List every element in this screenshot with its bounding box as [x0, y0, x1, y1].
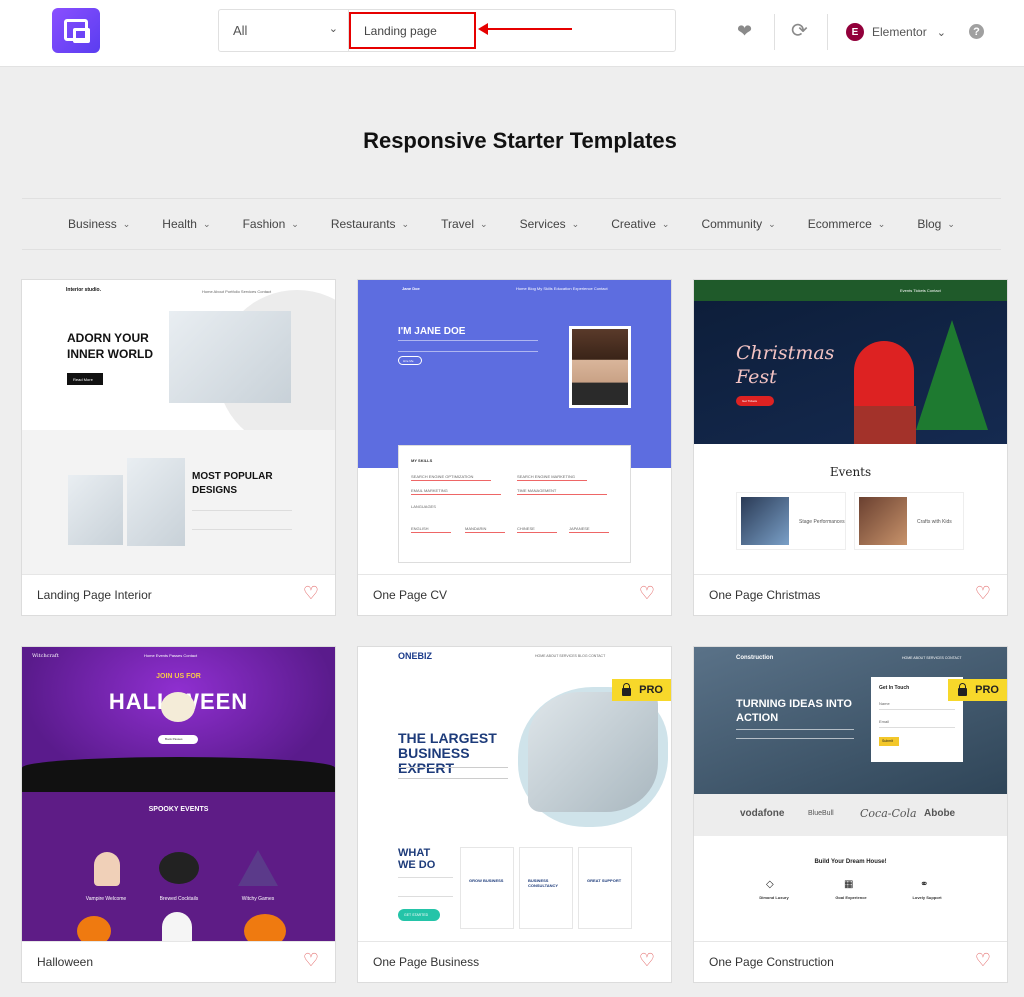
help-icon[interactable]: ?: [969, 24, 984, 39]
chart-icon: ▦: [844, 879, 854, 890]
template-name: One Page Business: [373, 955, 480, 969]
search-bar: All ⌄: [218, 9, 676, 52]
chevron-down-icon: ⌄: [947, 218, 955, 229]
chevron-down-icon: ⌄: [291, 218, 299, 229]
template-card[interactable]: Events Tickets Contact Christmas Fest Ge…: [693, 279, 1008, 616]
template-card-footer: Halloween ♡: [22, 941, 335, 982]
category-business[interactable]: Business ⌄: [68, 217, 130, 231]
page-builder-label: Elementor: [872, 25, 927, 39]
app-logo-icon[interactable]: [52, 8, 100, 53]
template-card-footer: Landing Page Interior ♡: [22, 574, 335, 615]
template-card[interactable]: Jane Doe Home Blog My Skills Education E…: [357, 279, 672, 616]
template-preview-christmas[interactable]: Events Tickets Contact Christmas Fest Ge…: [694, 280, 1007, 574]
pro-badge: PRO: [612, 679, 671, 701]
witch-hat-icon: [238, 850, 278, 886]
template-card[interactable]: Interior studio. Home About Portfolio Se…: [21, 279, 336, 616]
chevron-down-icon: ⌄: [328, 23, 338, 35]
chevron-down-icon: ⌄: [571, 218, 580, 229]
chevron-down-icon: ⌄: [122, 218, 131, 229]
favorite-heart-icon[interactable]: ♡: [303, 951, 319, 969]
favorite-heart-icon[interactable]: ♡: [975, 951, 991, 969]
template-name: Landing Page Interior: [37, 588, 152, 602]
template-preview-business[interactable]: ONEBIZ HOME ABOUT SERVICES BLOG CONTACT …: [358, 647, 671, 941]
sync-icon[interactable]: ⟳: [791, 21, 808, 41]
category-creative[interactable]: Creative ⌄: [611, 217, 669, 231]
category-services[interactable]: Services ⌄: [520, 217, 580, 231]
favorite-heart-icon[interactable]: ♡: [975, 584, 991, 602]
elementor-icon: E: [846, 23, 864, 41]
favorite-heart-icon[interactable]: ♡: [303, 584, 319, 602]
category-nav: Business ⌄ Health ⌄ Fashion ⌄ Restaurants ⌄ …: [22, 198, 1001, 250]
pumpkin-icon: [77, 916, 111, 941]
template-card-footer: One Page Construction ♡: [694, 941, 1007, 982]
cauldron-icon: [159, 852, 199, 884]
search-input[interactable]: [350, 10, 675, 51]
template-card[interactable]: Construction HOME ABOUT SERVICES CONTACT…: [693, 646, 1008, 983]
category-restaurants[interactable]: Restaurants ⌄: [331, 217, 409, 231]
favorites-heart-icon[interactable]: ❤: [737, 21, 752, 41]
annotation-arrow-line: [486, 28, 572, 30]
template-name: One Page Christmas: [709, 588, 821, 602]
category-select[interactable]: All ⌄: [219, 10, 349, 51]
template-card-footer: One Page Business ♡: [358, 941, 671, 982]
category-travel[interactable]: Travel ⌄: [441, 217, 487, 231]
chevron-down-icon: ⌄: [768, 218, 776, 229]
template-preview-construction[interactable]: Construction HOME ABOUT SERVICES CONTACT…: [694, 647, 1007, 941]
category-ecommerce[interactable]: Ecommerce ⌄: [808, 217, 886, 231]
header-divider: [774, 14, 775, 50]
category-health[interactable]: Health ⌄: [162, 217, 210, 231]
vampire-icon: [94, 852, 120, 886]
template-card[interactable]: ONEBIZ HOME ABOUT SERVICES BLOG CONTACT …: [357, 646, 672, 983]
page-builder-select[interactable]: E Elementor ⌄: [846, 21, 946, 43]
pro-badge: PRO: [948, 679, 1007, 701]
lock-icon: [622, 682, 632, 696]
chevron-down-icon: ⌄: [661, 218, 670, 229]
skull-icon: [161, 692, 195, 722]
lock-icon: [958, 682, 968, 696]
template-name: Halloween: [37, 955, 94, 969]
template-card-footer: One Page Christmas ♡: [694, 574, 1007, 615]
template-name: One Page CV: [373, 588, 448, 602]
chevron-down-icon: ⌄: [202, 218, 211, 229]
template-card[interactable]: Witchcraft Home Events Passes Contact JO…: [21, 646, 336, 983]
template-preview-cv[interactable]: Jane Doe Home Blog My Skills Education E…: [358, 280, 671, 574]
interior-photo: [169, 311, 291, 403]
template-name: One Page Construction: [709, 955, 834, 969]
christmas-tree: [916, 320, 988, 430]
business-photo: [528, 692, 658, 812]
pumpkin-icon: [244, 914, 286, 941]
template-preview-interior[interactable]: Interior studio. Home About Portfolio Se…: [22, 280, 335, 574]
category-fashion[interactable]: Fashion ⌄: [243, 217, 299, 231]
diamond-icon: ◇: [766, 879, 774, 890]
chevron-down-icon: ⌄: [480, 218, 488, 229]
chevron-down-icon: ⌄: [401, 218, 410, 229]
interior-photo: [127, 458, 185, 546]
chevron-down-icon: ⌄: [936, 26, 946, 39]
santa-figure: [854, 341, 914, 411]
category-select-value: All: [233, 23, 248, 38]
profile-photo: [569, 326, 631, 408]
category-community[interactable]: Community ⌄: [701, 217, 775, 231]
ghost-icon: [162, 912, 192, 941]
headset-icon: ⚭: [920, 879, 929, 890]
favorite-heart-icon[interactable]: ♡: [639, 951, 655, 969]
favorite-heart-icon[interactable]: ♡: [639, 584, 655, 602]
header-divider: [827, 14, 828, 50]
chimney: [854, 406, 916, 444]
page-title: Responsive Starter Templates: [363, 128, 677, 153]
interior-photo: [68, 475, 123, 545]
category-blog[interactable]: Blog ⌄: [917, 217, 955, 231]
template-preview-halloween[interactable]: Witchcraft Home Events Passes Contact JO…: [22, 647, 335, 941]
template-card-footer: One Page CV ♡: [358, 574, 671, 615]
chevron-down-icon: ⌄: [877, 218, 886, 229]
top-bar: All ⌄ ❤ ⟳ E Elementor ⌄ ?: [0, 0, 1024, 67]
